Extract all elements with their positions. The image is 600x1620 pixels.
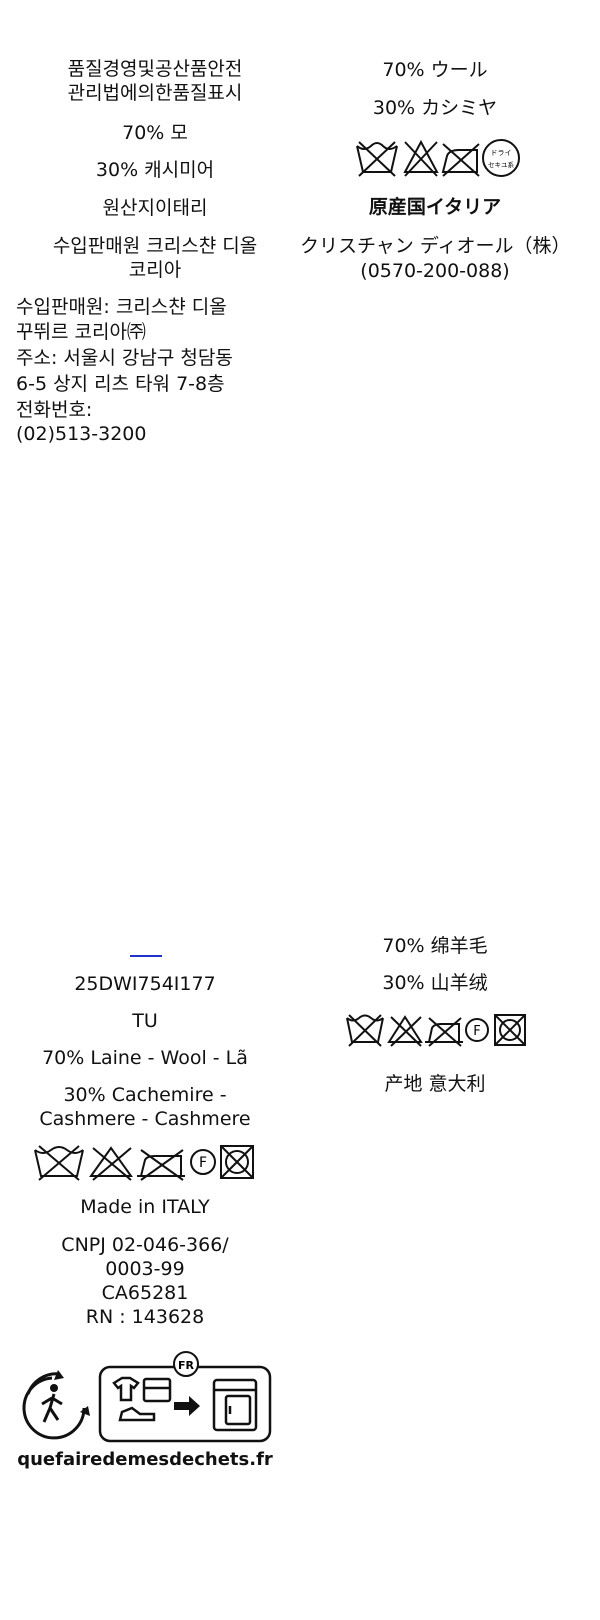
intl-fiber-cashmere-line2: Cashmere - Cashmere [39,1108,251,1130]
professional-clean-f-icon: F [465,1018,489,1042]
iron-crossed-icon [441,143,480,177]
intl-care-symbols: F [33,1142,258,1182]
cn-fiber-wool: 70% 绵羊毛 [382,935,488,957]
bleach-crossed-icon [89,1146,133,1181]
svg-text:セキユ系: セキユ系 [488,160,515,169]
bleach-crossed-icon [403,139,439,177]
wash-tub-crossed-icon [34,1145,84,1181]
kr-quality-title-line2: 관리법에의한품질표시 [67,82,243,104]
cnpj-line1: CNPJ 02-046-366/ [61,1234,229,1256]
jp-care-symbols: ドライ セキユ系 [355,134,525,180]
jp-company: クリスチャン ディオール（株） [300,235,571,257]
recycling-website: quefairedemesdechets.fr [17,1449,273,1470]
intl-fiber-cashmere-line1: 30% Cachemire - [63,1084,227,1106]
fr-badge: FR [173,1351,199,1377]
recycling-logo: FR [14,1350,276,1449]
svg-text:F: F [199,1155,207,1171]
kr-importer-line1: 수입판매원 크리스챤 디올 [52,235,258,257]
cn-care-symbols: F [345,1012,530,1048]
professional-clean-f-icon: F [190,1149,216,1175]
kr-details-line6: (02)513-3200 [16,423,147,445]
dry-clean-icon: ドライ セキユ系 [482,139,520,177]
jp-fiber-cashmere: 30% カシミヤ [372,97,498,119]
wash-tub-crossed-icon [346,1014,384,1047]
kr-details-line4: 6-5 상지 리츠 타워 7-8층 [16,373,225,395]
cnpj-line2: 0003-99 [105,1258,185,1280]
triman-icon [22,1370,90,1440]
kr-fiber-cashmere: 30% 캐시미어 [95,159,215,181]
tumble-dry-crossed-icon [425,1017,463,1047]
jp-phone: (0570-200-088) [360,260,510,282]
dryer-crossed-icon [220,1145,254,1179]
wash-tub-crossed-icon [356,141,398,177]
kr-origin: 원산지이태리 [102,197,208,219]
tumble-dry-crossed-icon [137,1149,185,1181]
dryer-crossed-icon [494,1014,526,1046]
kr-details-line3: 주소: 서울시 강남구 청담동 [16,347,233,369]
jp-fiber-wool: 70% ウール [382,59,488,81]
jp-origin: 原産国イタリア [368,196,502,218]
kr-details-line2: 꾸뛰르 코리아㈜ [16,321,146,343]
svg-text:F: F [473,1024,480,1039]
style-code: 25DWI754I177 [74,973,216,995]
cn-origin: 产地 意大利 [384,1073,486,1095]
ca-number: CA65281 [101,1282,189,1304]
svg-text:ドライ: ドライ [491,149,512,157]
kr-importer-line2: 코리아 [128,259,182,281]
intl-fiber-wool: 70% Laine - Wool - Lã [42,1047,248,1069]
kr-details-line5: 전화번호: [16,399,93,421]
kr-fiber-wool: 70% 모 [122,122,188,144]
cn-fiber-cashmere: 30% 山羊绒 [382,972,488,994]
kr-quality-title-line1: 품질경영및공산품안전 [67,58,243,80]
kr-details-line1: 수입판매원: 크리스챤 디올 [16,296,227,318]
rn-number: RN : 143628 [85,1306,205,1328]
bleach-crossed-icon [387,1015,423,1047]
made-in: Made in ITALY [80,1196,210,1218]
clothing-to-bin-icon [98,1365,272,1443]
accent-line [130,955,162,957]
size-label: TU [132,1010,158,1032]
svg-text:FR: FR [178,1359,195,1372]
